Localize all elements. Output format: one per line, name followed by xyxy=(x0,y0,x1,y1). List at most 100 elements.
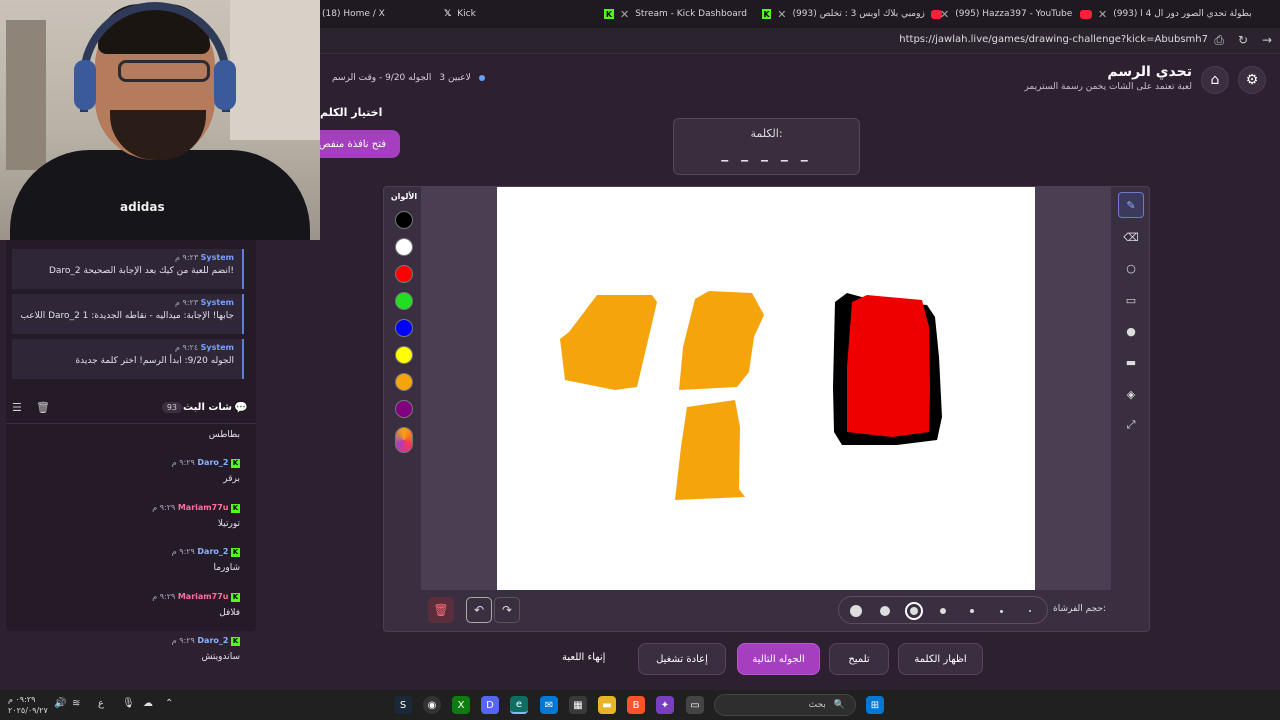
clock-time: ٠٩:٢٩ م xyxy=(8,695,36,704)
msg-text: تورتيلا xyxy=(217,519,240,529)
color-swatch-black[interactable] xyxy=(395,211,413,229)
back-arrow-icon[interactable]: → xyxy=(1262,33,1272,47)
msg-text: ساندويتش xyxy=(201,652,240,662)
tab-kick[interactable]: 𝕏 Kick xyxy=(444,4,584,24)
steam-icon[interactable]: S xyxy=(394,696,412,714)
url-text[interactable]: https://jawlah.live/games/drawing-challe… xyxy=(899,34,1208,45)
msg-author: System xyxy=(200,298,234,307)
msg-author: System xyxy=(200,253,234,262)
reload-icon[interactable]: ↻ xyxy=(1238,33,1248,47)
eraser-icon[interactable]: ⌫ xyxy=(1118,224,1144,250)
brush-size-l[interactable] xyxy=(876,602,894,620)
chat-header: 💬 شات البث 93 🗑 ☰ xyxy=(6,394,256,424)
close-icon[interactable]: ✕ xyxy=(1098,8,1107,21)
obs-icon[interactable]: ◉ xyxy=(423,696,441,714)
color-swatch-purple[interactable] xyxy=(395,400,413,418)
word-label: الكلمة: xyxy=(750,127,783,140)
home-icon[interactable]: ⌂ xyxy=(1201,66,1229,94)
windows-taskbar: ٠٩:٢٩ م ٢٠٢٥/٠٩/٢٧ 🔊 ≋ ع 🎙 ☁ ⌃ S ◉ X D e… xyxy=(0,690,1280,720)
color-swatch-green[interactable] xyxy=(395,292,413,310)
open-popup-button[interactable]: فتح نافذة منفص xyxy=(320,130,400,158)
tab-label: Stream - Kick Dashboard xyxy=(635,9,748,19)
tab-youtube-3[interactable]: ✕ (993) بطولة تحدي الصور دور ال 4 ا xyxy=(1080,4,1280,24)
color-swatch-orange[interactable] xyxy=(395,373,413,391)
msg-time: ٩:٢٣ م xyxy=(175,298,199,307)
brave-icon[interactable]: B xyxy=(627,696,645,714)
drawing-svg xyxy=(560,291,942,500)
system-message: ٩:٢٣ م System Daro_2 انضم للعبة من كيك ب… xyxy=(12,249,244,289)
clear-canvas-trash-icon[interactable]: 🗑 xyxy=(428,597,454,623)
xbox-icon[interactable]: X xyxy=(452,696,470,714)
filled-circle-icon[interactable]: ● xyxy=(1118,318,1144,344)
brush-size-xxs[interactable] xyxy=(992,602,1010,620)
lock-icon: ⎙ xyxy=(1214,33,1224,47)
volume-icon[interactable]: 🔊 xyxy=(54,698,66,709)
fill-bucket-icon[interactable]: ◈ xyxy=(1118,381,1144,407)
tab-youtube-2[interactable]: ✕ (995) Hazza397 - YouTube xyxy=(940,4,1080,24)
resize-icon[interactable]: ⤢ xyxy=(1118,412,1144,438)
brush-size-s[interactable] xyxy=(934,602,952,620)
drawing-canvas[interactable] xyxy=(497,187,1035,590)
next-round-button[interactable]: الجوله التالية xyxy=(737,643,820,675)
window-icon[interactable]: ▭ xyxy=(686,696,704,714)
page-title: تحدي الرسم xyxy=(1107,64,1192,80)
tab-x-home[interactable]: (18) Home / X xyxy=(322,4,432,24)
color-swatch-white[interactable] xyxy=(395,238,413,256)
color-swatch-red[interactable] xyxy=(395,265,413,283)
tab-youtube-1[interactable]: K ✕ (993) زومبي بلاك اوبس 3 : تخلص xyxy=(762,4,942,24)
rectangle-icon[interactable]: ▭ xyxy=(1118,287,1144,313)
msg-author: Daro_2 xyxy=(197,636,229,645)
search-icon: 🔍 xyxy=(833,700,845,710)
brush-size-xl[interactable] xyxy=(847,602,865,620)
search-placeholder: بحث xyxy=(808,700,826,710)
redo-icon[interactable]: ↷ xyxy=(494,597,520,623)
microphone-icon[interactable]: 🎙 xyxy=(122,698,135,709)
adidas-logo: adidas xyxy=(120,200,165,214)
end-game-button[interactable]: إنهاء اللعبة xyxy=(562,652,605,663)
chat-count-badge: 93 xyxy=(161,402,182,413)
chat-message: ٩:٢٩ م Daro_2 K شاورما xyxy=(20,547,240,573)
color-swatch-yellow[interactable] xyxy=(395,346,413,364)
msg-author: Daro_2 xyxy=(197,547,229,556)
discord-icon[interactable]: D xyxy=(481,696,499,714)
hint-button[interactable]: تلميح xyxy=(829,643,889,675)
pencil-icon[interactable]: ✎ xyxy=(1118,192,1144,218)
brush-size-m[interactable] xyxy=(905,602,923,620)
game-status: الجوله 9/20 - وقت الرسم 3 لاعبين xyxy=(332,73,485,83)
chevron-up-icon[interactable]: ⌃ xyxy=(165,698,173,709)
restart-button[interactable]: إعادة تشغيل xyxy=(638,643,726,675)
taskbar-search[interactable]: بحث 🔍 xyxy=(714,694,856,716)
msg-time: ٩:٢٩ م xyxy=(171,547,195,556)
brush-size-min[interactable] xyxy=(1021,602,1039,620)
brush-size-xs[interactable] xyxy=(963,602,981,620)
show-word-button[interactable]: اظهار الكلمة xyxy=(898,643,983,675)
chat-message: ٩:٢٩ م Daro_2 K ساندويتش xyxy=(20,636,240,662)
store-icon[interactable]: ▦ xyxy=(569,696,587,714)
chat-message: ٩:٢٩ م Daro_2 K برقر xyxy=(20,458,240,484)
color-swatch-blue[interactable] xyxy=(395,319,413,337)
youtube-icon xyxy=(1080,9,1092,19)
circle-icon[interactable]: ○ xyxy=(1118,255,1144,281)
custom-color-picker-icon[interactable] xyxy=(395,427,413,453)
chat-message: ٩:٢٩ م Mariam77u K تورتيلا xyxy=(20,503,240,529)
app-icon[interactable]: ✦ xyxy=(656,696,674,714)
filled-rectangle-icon[interactable]: ▬ xyxy=(1118,349,1144,375)
taskbar-clock[interactable]: ٠٩:٢٩ م ٢٠٢٥/٠٩/٢٧ xyxy=(8,694,48,716)
edge-icon[interactable]: e xyxy=(510,696,528,714)
settings-gear-icon[interactable]: ⚙ xyxy=(1238,66,1266,94)
wifi-icon[interactable]: ≋ xyxy=(72,698,80,709)
folder-icon[interactable]: ▬ xyxy=(598,696,616,714)
close-icon[interactable]: ✕ xyxy=(777,8,786,21)
menu-icon[interactable]: ☰ xyxy=(12,401,22,414)
undo-icon[interactable]: ↶ xyxy=(466,597,492,623)
mail-icon[interactable]: ✉ xyxy=(540,696,558,714)
language-indicator[interactable]: ع xyxy=(98,698,104,709)
msg-time: ٩:٢٩ م xyxy=(152,592,176,601)
close-icon[interactable]: ✕ xyxy=(620,8,629,21)
windows-start-icon[interactable]: ⊞ xyxy=(866,696,884,714)
cloud-icon[interactable]: ☁ xyxy=(143,698,153,709)
close-icon[interactable]: ✕ xyxy=(940,8,949,21)
trash-icon[interactable]: 🗑 xyxy=(36,401,50,414)
tab-kick-dashboard[interactable]: K ✕ Stream - Kick Dashboard xyxy=(604,4,774,24)
system-message: ٩:٢٤ م System الجوله 9/20: ابدأ الرسم! ا… xyxy=(12,339,244,379)
